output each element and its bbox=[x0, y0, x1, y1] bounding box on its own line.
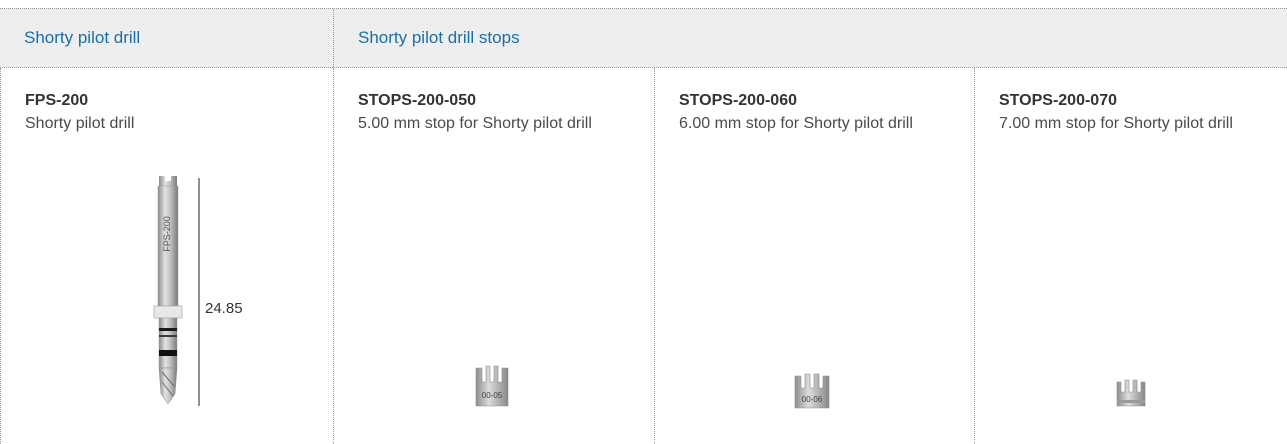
product-code: STOPS-200-070 bbox=[999, 92, 1117, 109]
drill-engraving: FPS-200 bbox=[162, 216, 172, 252]
drill-length-dimension: 24.85 bbox=[205, 300, 243, 317]
product-cell-fps-200: FPS-200 Shorty pilot drill FPS-200 24.85 bbox=[0, 68, 333, 444]
product-code: STOPS-200-060 bbox=[679, 92, 797, 109]
product-table: Shorty pilot drill Shorty pilot drill st… bbox=[0, 0, 1287, 444]
stop-engraving: 00-05 bbox=[482, 391, 503, 400]
header-stops-title: Shorty pilot drill stops bbox=[333, 9, 1287, 67]
product-description: 7.00 mm stop for Shorty pilot drill bbox=[999, 115, 1233, 132]
pilot-drill-image: FPS-200 24.85 bbox=[149, 176, 259, 408]
product-description: Shorty pilot drill bbox=[25, 115, 135, 132]
product-description: 5.00 mm stop for Shorty pilot drill bbox=[358, 115, 592, 132]
header-drill-title: Shorty pilot drill bbox=[24, 28, 141, 47]
stop-engraving: 00-06 bbox=[802, 395, 823, 404]
drill-stop-050-icon: 00-05 bbox=[475, 365, 509, 407]
product-cell-stops-200-070: STOPS-200-070 7.00 mm stop for Shorty pi… bbox=[974, 68, 1287, 444]
product-cell-stops-200-060: STOPS-200-060 6.00 mm stop for Shorty pi… bbox=[654, 68, 974, 444]
product-code: FPS-200 bbox=[25, 92, 89, 109]
drill-stop-070-icon bbox=[1116, 379, 1146, 407]
product-description: 6.00 mm stop for Shorty pilot drill bbox=[679, 115, 913, 132]
product-code: STOPS-200-050 bbox=[358, 92, 476, 109]
pilot-drill-icon: FPS-200 bbox=[153, 176, 200, 406]
product-cell-stops-200-050: STOPS-200-050 5.00 mm stop for Shorty pi… bbox=[333, 68, 654, 444]
table-header: Shorty pilot drill Shorty pilot drill st… bbox=[0, 8, 1287, 68]
drill-stop-060-icon: 00-06 bbox=[794, 373, 830, 409]
